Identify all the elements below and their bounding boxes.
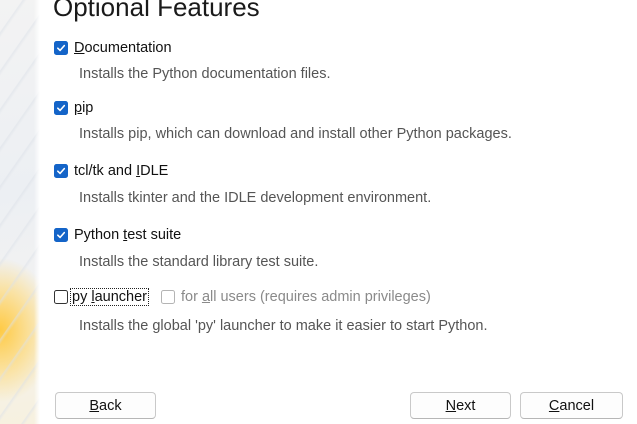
checkmark-icon — [57, 104, 66, 112]
decorative-side-artwork — [0, 0, 40, 424]
documentation-checkbox[interactable] — [54, 41, 68, 55]
back-button[interactable]: Back — [55, 392, 156, 419]
test-suite-label[interactable]: Python test suite — [74, 227, 181, 243]
checkmark-icon — [57, 44, 66, 52]
cancel-button[interactable]: Cancel — [520, 392, 623, 419]
tcltk-idle-checkbox-row[interactable]: tcl/tk and IDLE — [54, 162, 168, 180]
py-launcher-checkbox-row[interactable]: py launcher for all users (requires admi… — [54, 288, 431, 306]
documentation-checkbox-row[interactable]: Documentation — [54, 39, 172, 57]
documentation-label[interactable]: Documentation — [74, 40, 172, 56]
next-button[interactable]: Next — [410, 392, 511, 419]
pip-checkbox[interactable] — [54, 101, 68, 115]
py-launcher-checkbox[interactable] — [54, 290, 68, 304]
page-title: Optional Features — [53, 0, 260, 22]
checkmark-icon — [57, 167, 66, 175]
checkmark-icon — [57, 231, 66, 239]
tcltk-idle-label[interactable]: tcl/tk and IDLE — [74, 163, 168, 179]
test-suite-checkbox[interactable] — [54, 228, 68, 242]
py-launcher-label[interactable]: py launcher — [70, 288, 149, 306]
test-suite-checkbox-row[interactable]: Python test suite — [54, 226, 181, 244]
pip-description: Installs pip, which can download and ins… — [79, 126, 512, 142]
test-suite-description: Installs the standard library test suite… — [79, 254, 319, 270]
all-users-checkbox — [160, 290, 175, 304]
documentation-description: Installs the Python documentation files. — [79, 66, 331, 82]
all-users-label: for all users (requires admin privileges… — [180, 289, 431, 305]
all-users-checkbox-row: for all users (requires admin privileges… — [160, 289, 431, 305]
pip-label[interactable]: pip — [74, 100, 93, 116]
pip-checkbox-row[interactable]: pip — [54, 99, 93, 117]
py-launcher-description: Installs the global 'py' launcher to mak… — [79, 318, 488, 334]
tcltk-idle-description: Installs tkinter and the IDLE developmen… — [79, 190, 432, 206]
tcltk-idle-checkbox[interactable] — [54, 164, 68, 178]
